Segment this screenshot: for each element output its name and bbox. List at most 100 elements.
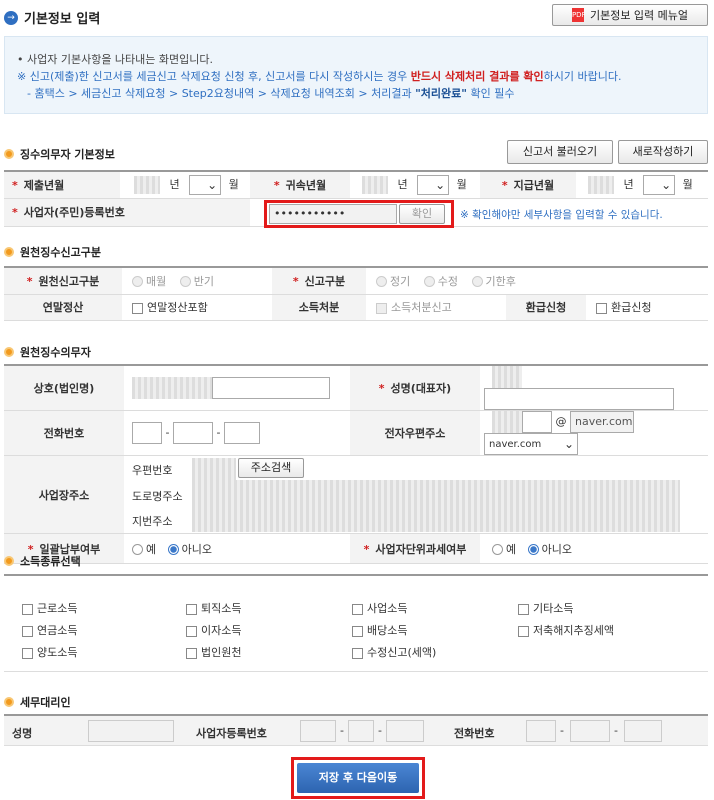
- belong-year-input[interactable]: [362, 175, 388, 194]
- agent-section-title: 원천징수의무자: [4, 344, 91, 360]
- bullet-icon: [4, 247, 14, 257]
- page-title: 기본정보 입력: [24, 12, 101, 27]
- phone-input-2[interactable]: [172, 422, 213, 444]
- income-item[interactable]: 양도소득: [22, 644, 77, 660]
- company-blur: [132, 377, 212, 399]
- income-item[interactable]: 배당소득: [352, 622, 407, 638]
- tax-agent-name-label: 성명: [12, 727, 33, 740]
- checkbox-icon: [352, 603, 363, 615]
- report-category-label: 신고구분: [272, 268, 366, 295]
- load-return-button[interactable]: 신고서 불러오기: [507, 140, 613, 164]
- address-blur: [192, 480, 680, 532]
- bizno-input[interactable]: •••••••••••: [269, 203, 397, 224]
- tax-agent-bizno-3[interactable]: [386, 720, 424, 742]
- withholding-type-table: 원천신고구분 매월 반기 신고구분 정기 수정 기한후 연말정산 연말정산포함 …: [4, 266, 708, 321]
- email-domain-input[interactable]: naver.com: [570, 411, 634, 433]
- manual-button[interactable]: PDF 기본정보 입력 메뉴얼: [552, 4, 708, 26]
- road-address-label: 도로명주소: [132, 490, 183, 503]
- income-item[interactable]: 저축해지추징세액: [518, 622, 614, 638]
- arrow-right-icon: →: [4, 10, 18, 25]
- refund-checkbox[interactable]: [596, 302, 607, 314]
- income-section-title: 소득종류선택: [4, 553, 81, 569]
- tax-agent-section-title: 세무대리인: [4, 694, 71, 710]
- unit-tax-label: 사업자단위과세여부: [350, 533, 480, 564]
- yearend-checkbox[interactable]: [132, 302, 143, 314]
- amend-radio[interactable]: [423, 276, 435, 288]
- monthly-radio[interactable]: [132, 276, 143, 288]
- new-write-button[interactable]: 새로작성하기: [618, 140, 708, 164]
- bullet-icon: [4, 697, 14, 707]
- email-domain-select[interactable]: naver.com: [484, 433, 578, 455]
- report-type-label: 원천신고구분: [4, 268, 122, 295]
- lump-yes-radio[interactable]: [132, 544, 143, 555]
- unit-yes-radio[interactable]: [492, 544, 503, 555]
- submit-ym-label: 제출년월: [4, 172, 120, 199]
- pay-ym-label: 지급년월: [480, 172, 576, 199]
- bullet-icon: [4, 347, 14, 357]
- income-item[interactable]: 퇴직소득: [186, 600, 241, 616]
- phone-input-1[interactable]: [132, 422, 162, 444]
- income-disposal-label: 소득처분: [272, 294, 366, 321]
- save-highlight: 저장 후 다음이동: [291, 757, 425, 799]
- checkbox-icon: [186, 647, 197, 659]
- pay-month-select[interactable]: [643, 174, 676, 195]
- checkbox-icon: [22, 603, 33, 615]
- phone-label: 전화번호: [4, 410, 124, 456]
- tax-agent-bizno-label: 사업자등록번호: [196, 727, 267, 740]
- bizno-label: 사업자(주민)등록번호: [4, 198, 250, 227]
- tax-agent-phone-1[interactable]: [526, 720, 556, 742]
- checkbox-icon: [352, 625, 363, 637]
- submit-month-select[interactable]: [189, 174, 222, 195]
- tax-agent-phone-2[interactable]: [570, 720, 610, 742]
- notice-box: • 사업자 기본사항을 나타내는 화면입니다. ※ 신고(제출)한 신고서를 세…: [4, 36, 708, 114]
- submit-year-input[interactable]: [134, 175, 160, 194]
- unit-no-radio[interactable]: [527, 544, 539, 555]
- tax-agent-name-input[interactable]: [88, 720, 174, 742]
- notice-line1: • 사업자 기본사항을 나타내는 화면입니다.: [17, 53, 214, 66]
- checkbox-icon: [186, 603, 197, 615]
- notice-line2: ※ 신고(제출)한 신고서를 세금신고 삭제요청 신청 후, 신고서를 다시 작…: [17, 70, 622, 83]
- checkbox-icon: [22, 625, 33, 637]
- bizno-highlight: ••••••••••• 확인: [264, 199, 454, 228]
- checkbox-icon: [352, 647, 363, 659]
- page-header: → 기본정보 입력: [4, 8, 100, 27]
- income-item[interactable]: 법인원천: [186, 644, 241, 660]
- tax-agent-bizno-1[interactable]: [300, 720, 336, 742]
- lot-address-label: 지번주소: [132, 515, 173, 528]
- notice-line3: - 홈택스 > 세금신고 삭제요청 > Step2요청내역 > 삭제요청 내역조…: [27, 87, 515, 100]
- manual-button-label: 기본정보 입력 메뉴얼: [589, 9, 689, 22]
- email-id-input[interactable]: [522, 411, 552, 433]
- basic-section-title: 징수의무자 기본정보: [4, 146, 115, 162]
- tax-agent-phone-3[interactable]: [624, 720, 662, 742]
- tax-agent-row: 성명 사업자등록번호 - - 전화번호 - -: [4, 714, 708, 746]
- checkbox-icon: [186, 625, 197, 637]
- income-item[interactable]: 근로소득: [22, 600, 77, 616]
- confirm-button[interactable]: 확인: [399, 203, 445, 224]
- yearend-label: 연말정산: [4, 294, 122, 321]
- belong-ym-label: 귀속년월: [250, 172, 350, 199]
- belong-month-select[interactable]: [417, 174, 450, 195]
- pay-year-input[interactable]: [588, 175, 614, 194]
- basic-info-table: 제출년월 년 월 귀속년월 년 월 지급년월 년 월 사업자(주민)등록번호 •…: [4, 170, 708, 228]
- income-item[interactable]: 사업소득: [352, 600, 407, 616]
- email-blur: [492, 411, 522, 433]
- save-next-button[interactable]: 저장 후 다음이동: [297, 763, 419, 793]
- rep-name-input[interactable]: [484, 388, 674, 410]
- phone-input-3[interactable]: [223, 422, 260, 444]
- income-item[interactable]: 연금소득: [22, 622, 77, 638]
- address-search-button[interactable]: 주소검색: [238, 458, 304, 478]
- lump-no-radio[interactable]: [167, 544, 179, 555]
- company-input[interactable]: [212, 377, 330, 399]
- income-item[interactable]: 수정신고(세액): [352, 644, 436, 660]
- late-radio[interactable]: [471, 276, 483, 288]
- checkbox-icon: [22, 647, 33, 659]
- income-item[interactable]: 이자소득: [186, 622, 241, 638]
- half-radio[interactable]: [179, 276, 191, 288]
- checkbox-icon: [518, 625, 529, 637]
- regular-radio[interactable]: [376, 276, 387, 288]
- tax-agent-phone-label: 전화번호: [454, 727, 495, 740]
- income-item[interactable]: 기타소득: [518, 600, 573, 616]
- income-disposal-checkbox[interactable]: [376, 302, 387, 314]
- zip-blur: [192, 458, 236, 480]
- tax-agent-bizno-2[interactable]: [348, 720, 374, 742]
